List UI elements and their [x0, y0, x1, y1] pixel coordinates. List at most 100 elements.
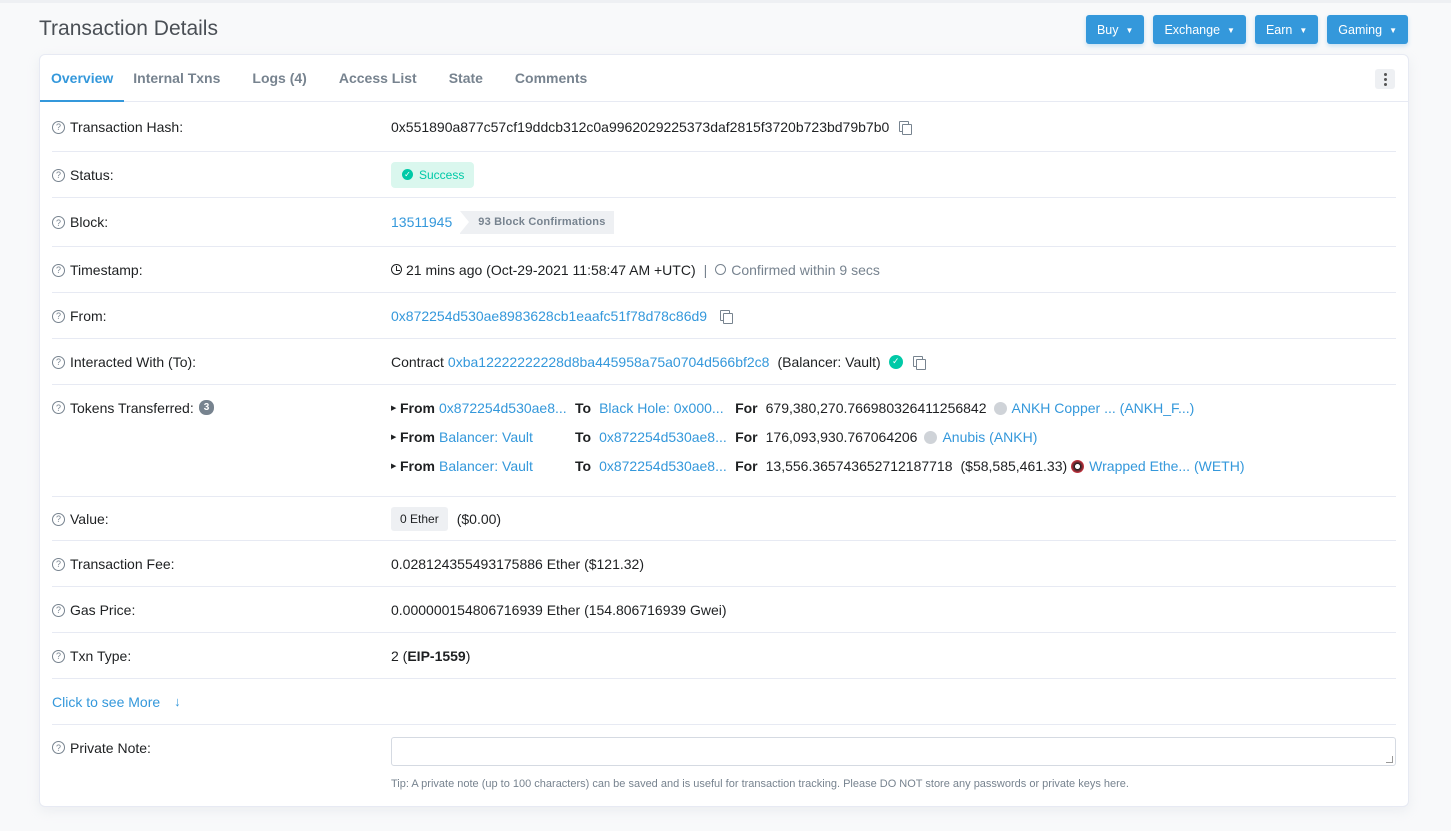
tab-logs[interactable]: Logs (4)	[229, 55, 322, 101]
row-tx-hash: ? Transaction Hash: 0x551890a877c57cf19d…	[52, 102, 1396, 152]
timer-icon	[715, 264, 727, 275]
tab-overview[interactable]: Overview	[40, 55, 125, 102]
more-options-icon[interactable]	[1375, 69, 1395, 89]
value-label: Value:	[70, 510, 109, 527]
transfer-amount: 679,380,270.766980326411256842	[765, 400, 987, 416]
tx-hash-label-wrap: ? Transaction Hash:	[52, 119, 391, 135]
txn-type-label: Txn Type:	[70, 647, 132, 664]
transfer-for-label: For	[735, 429, 758, 445]
row-from: ? From: 0x872254d530ae8983628cb1eaafc51f…	[52, 293, 1396, 339]
txn-type-value-wrap: 2 (EIP-1559)	[391, 648, 1396, 664]
contract-prefix: Contract	[391, 353, 444, 370]
fee-label: Transaction Fee:	[70, 555, 175, 572]
help-icon[interactable]: ?	[52, 263, 65, 277]
tab-comments[interactable]: Comments	[499, 55, 603, 101]
gaming-button[interactable]: Gaming ▼	[1327, 15, 1408, 44]
anubis-token-icon	[924, 430, 938, 444]
token-link[interactable]: Wrapped Ethe... (WETH)	[1089, 458, 1244, 474]
chevron-down-icon: ▼	[1125, 25, 1134, 35]
tokens-value-wrap: ▶ From 0x872254d530ae8... To Black Hole:…	[391, 385, 1396, 474]
weth-token-icon	[1071, 459, 1085, 473]
transfer-from-label: From	[400, 458, 435, 474]
transfer-to-link[interactable]: Black Hole: 0x000...	[599, 400, 735, 416]
ether-amount-badge: 0 Ether	[391, 506, 448, 531]
help-icon[interactable]: ?	[52, 649, 65, 663]
timestamp-separator: |	[703, 261, 708, 278]
token-link[interactable]: Anubis (ANKH)	[942, 429, 1037, 445]
status-value-wrap: ✓ Success	[391, 161, 1396, 188]
gas-value: 0.000000154806716939 Ether (154.80671693…	[391, 601, 727, 618]
row-value: ? Value: 0 Ether ($0.00)	[52, 497, 1396, 541]
token-link[interactable]: ANKH Copper ... (ANKH_F...)	[1012, 400, 1195, 416]
value-usd: ($0.00)	[456, 510, 502, 527]
chevron-down-icon: ▼	[1227, 25, 1235, 35]
transfer-from-link[interactable]: 0x872254d530ae8...	[439, 400, 575, 416]
clock-icon	[391, 264, 402, 275]
copy-icon[interactable]	[720, 309, 734, 324]
buy-button[interactable]: Buy ▼	[1085, 15, 1145, 44]
tab-state[interactable]: State	[433, 55, 499, 101]
chevron-down-icon: ▼	[1389, 25, 1397, 35]
help-icon[interactable]: ?	[52, 557, 65, 571]
txn-type-close: )	[465, 647, 471, 664]
see-more-link[interactable]: Click to see More ↓	[52, 694, 181, 710]
help-icon[interactable]: ?	[52, 355, 65, 369]
help-icon[interactable]: ?	[52, 741, 65, 754]
help-icon[interactable]: ?	[52, 216, 65, 229]
status-value: Success	[419, 167, 465, 182]
timestamp-label-wrap: ? Timestamp:	[52, 262, 391, 278]
see-more-label: Click to see More	[52, 693, 161, 710]
gas-label: Gas Price:	[70, 601, 136, 618]
exchange-button[interactable]: Exchange ▼	[1153, 15, 1246, 44]
row-gas-price: ? Gas Price: 0.000000154806716939 Ether …	[52, 587, 1396, 633]
row-tokens-transferred: ? Tokens Transferred: 3 ▶ From 0x872254d…	[52, 385, 1396, 497]
top-nav-buttons: Buy ▼ Exchange ▼ Earn ▼ Gaming ▼	[1085, 15, 1408, 44]
value-label-wrap: ? Value:	[52, 511, 391, 527]
caret-right-icon: ▶	[391, 405, 397, 412]
help-icon[interactable]: ?	[52, 309, 65, 323]
transfer-amount: 13,556.365743652712187718	[765, 458, 953, 474]
contract-name: (Balancer: Vault)	[777, 353, 881, 370]
tx-hash-value: 0x551890a877c57cf19ddcb312c0a99620292253…	[391, 118, 890, 135]
copy-icon[interactable]	[912, 355, 926, 370]
exchange-button-label: Exchange	[1164, 22, 1221, 37]
interacted-label-wrap: ? Interacted With (To):	[52, 354, 391, 370]
verified-check-icon: ✓	[888, 354, 903, 369]
note-value-wrap: Tip: A private note (up to 100 character…	[391, 725, 1396, 790]
transfer-from-link[interactable]: Balancer: Vault	[439, 429, 575, 445]
help-icon[interactable]: ?	[52, 120, 65, 134]
from-address-link[interactable]: 0x872254d530ae8983628cb1eaafc51f78d78c86…	[391, 308, 707, 324]
status-label: Status:	[70, 166, 114, 183]
private-note-input[interactable]	[391, 737, 1396, 766]
tab-access-list[interactable]: Access List	[323, 55, 433, 101]
transfer-to-link[interactable]: 0x872254d530ae8...	[599, 458, 735, 474]
block-number-link[interactable]: 13511945	[391, 214, 452, 230]
gas-value-wrap: 0.000000154806716939 Ether (154.80671693…	[391, 602, 1396, 618]
interacted-label: Interacted With (To):	[70, 353, 197, 370]
interacted-value-wrap: Contract 0xba12222222228d8ba445958a75a07…	[391, 354, 1396, 370]
copy-icon[interactable]	[899, 120, 913, 135]
transfer-for-label: For	[735, 400, 758, 416]
help-icon[interactable]: ?	[52, 603, 65, 617]
tab-bar: Overview Internal Txns Logs (4) Access L…	[40, 55, 1408, 102]
value-value-wrap: 0 Ether ($0.00)	[391, 506, 1396, 531]
help-icon[interactable]: ?	[52, 168, 65, 182]
transfer-from-link[interactable]: Balancer: Vault	[439, 458, 575, 474]
txn-type-label-wrap: ? Txn Type:	[52, 648, 391, 664]
contract-address-link[interactable]: 0xba12222222228d8ba445958a75a0704d566bf2…	[448, 354, 770, 370]
help-icon[interactable]: ?	[52, 401, 65, 414]
tab-internal-txns[interactable]: Internal Txns	[124, 55, 229, 101]
transfer-to-link[interactable]: 0x872254d530ae8...	[599, 429, 735, 445]
earn-button[interactable]: Earn ▼	[1254, 15, 1319, 44]
block-confirmations-badge: 93 Block Confirmations	[460, 210, 614, 234]
help-icon[interactable]: ?	[52, 512, 65, 526]
timestamp-value: 21 mins ago (Oct-29-2021 11:58:47 AM +UT…	[406, 261, 696, 278]
transfer-from-label: From	[400, 400, 435, 416]
buy-button-label: Buy	[1096, 22, 1119, 37]
private-note-tip: Tip: A private note (up to 100 character…	[391, 778, 1129, 790]
block-label: Block:	[70, 214, 109, 230]
token-transfer-row: ▶ From Balancer: Vault To 0x872254d530ae…	[391, 429, 1245, 445]
transfer-usd: ($58,585,461.33)	[960, 458, 1068, 474]
token-transfer-row: ▶ From Balancer: Vault To 0x872254d530ae…	[391, 458, 1245, 474]
block-label-wrap: ? Block:	[52, 214, 391, 230]
